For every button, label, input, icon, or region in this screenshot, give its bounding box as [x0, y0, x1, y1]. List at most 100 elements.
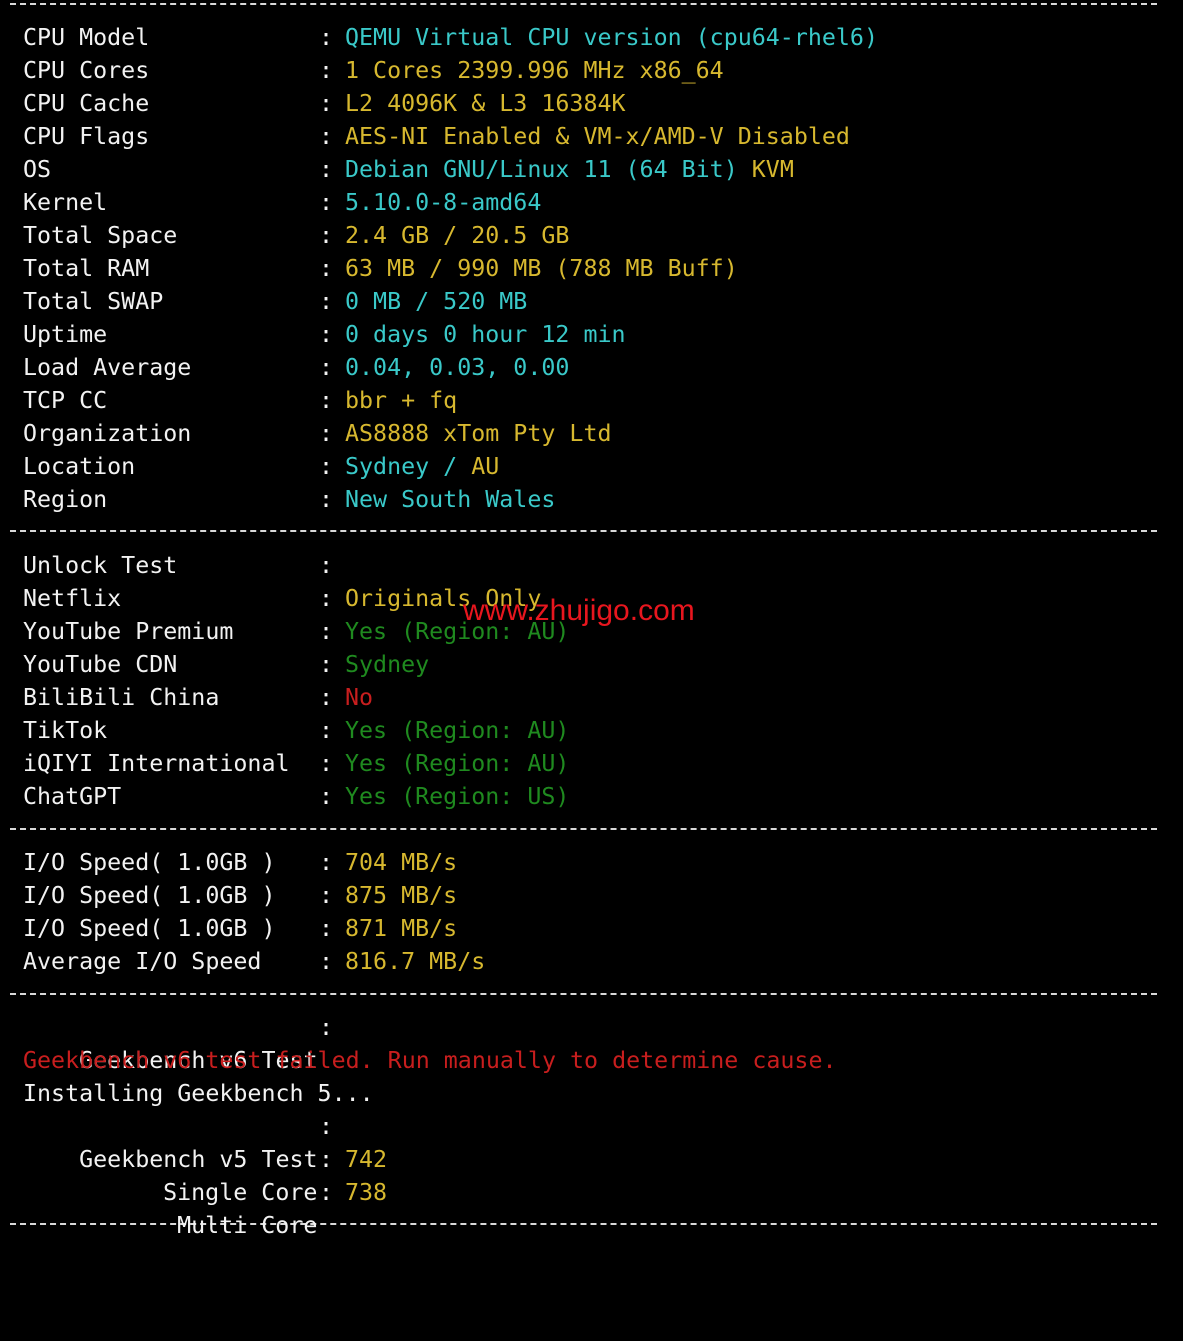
row-value: 1 Cores 2399.996 MHz x86_64 [345, 54, 724, 87]
row-label: Unlock Test [23, 552, 178, 579]
value-segment: 0 MB / 520 MB [345, 288, 528, 315]
row-label: CPU Flags [23, 123, 150, 150]
info-row: Netflix: Originals Only [23, 582, 541, 615]
row-value: Yes (Region: AU) [345, 747, 569, 780]
row-label: TikTok [23, 717, 108, 744]
value-segment: 63 MB / 990 MB (788 MB Buff) [345, 255, 738, 282]
row-label: CPU Cache [23, 90, 150, 117]
info-row: I/O Speed( 1.0GB ):871 MB/s [23, 912, 457, 945]
value-segment: 5.10.0-8-amd64 [345, 189, 542, 216]
info-row: Region: New South Wales [23, 483, 555, 516]
info-row: YouTube Premium: Yes (Region: AU) [23, 615, 569, 648]
row-label: Total RAM [23, 255, 150, 282]
colon: : [319, 750, 334, 777]
row-value: Debian GNU/Linux 11 (64 Bit) KVM [345, 153, 794, 186]
colon: : [319, 453, 334, 480]
value-segment: 704 MB/s [345, 849, 458, 876]
info-row: Load Average:0.04, 0.03, 0.00 [23, 351, 569, 384]
colon: : [319, 24, 334, 51]
value-segment: Yes (Region: AU) [345, 717, 570, 744]
info-row: I/O Speed( 1.0GB ):704 MB/s [23, 846, 457, 879]
info-row: CPU Flags: AES-NI Enabled & VM-x/AMD-V Di… [23, 120, 850, 153]
row-label: Load Average [23, 354, 192, 381]
colon: : [319, 288, 334, 315]
value-segment: No [345, 684, 374, 711]
colon: : [319, 552, 334, 579]
colon: : [319, 123, 334, 150]
row-value: Yes (Region: AU) [345, 714, 569, 747]
row-value: 704 MB/s [345, 846, 457, 879]
value-segment: Sydney [345, 651, 430, 678]
info-row: Total RAM:63 MB / 990 MB (788 MB Buff) [23, 252, 738, 285]
row-label: TCP CC [23, 387, 108, 414]
value-segment: QEMU Virtual CPU version (cpu64-rhel6) [345, 24, 878, 51]
info-row: Uptime:0 days 0 hour 12 min [23, 318, 626, 351]
row-label: Netflix [23, 585, 122, 612]
colon: : [319, 882, 334, 909]
colon: : [319, 57, 334, 84]
info-row: Total SWAP:0 MB / 520 MB [23, 285, 527, 318]
info-row: Average I/O Speed:816.7 MB/s [23, 945, 485, 978]
info-row: TikTok: Yes (Region: AU) [23, 714, 569, 747]
info-row: Kernel:5.10.0-8-amd64 [23, 186, 541, 219]
colon: : [319, 1179, 334, 1206]
row-label: Organization [23, 420, 192, 447]
colon: : [319, 90, 334, 117]
row-value: 0 days 0 hour 12 min [345, 318, 626, 351]
colon: : [319, 156, 334, 183]
info-row: I/O Speed( 1.0GB ):875 MB/s [23, 879, 457, 912]
row-value: Sydney / AU [345, 450, 499, 483]
colon: : [319, 222, 334, 249]
info-row: CPU Model: QEMU Virtual CPU version (cpu6… [23, 21, 878, 54]
info-row: Total Space:2.4 GB / 20.5 GB [23, 219, 569, 252]
row-value: L2 4096K & L3 16384K [345, 87, 626, 120]
value-segment: Yes (Region: US) [345, 783, 570, 810]
row-label: CPU Model [23, 24, 150, 51]
value-segment: AU [471, 453, 500, 480]
row-label: Kernel [23, 189, 108, 216]
colon: : [319, 717, 334, 744]
info-row: YouTube CDN: Sydney [23, 648, 429, 681]
row-value: AS8888 xTom Pty Ltd [345, 417, 612, 450]
row-label: Average I/O Speed [23, 948, 262, 975]
value-segment: KVM [751, 156, 794, 183]
row-value: AES-NI Enabled & VM-x/AMD-V Disabled [345, 120, 850, 153]
value-segment: Yes (Region: AU) [345, 750, 570, 777]
value-segment: 2.4 GB / 20.5 GB [345, 222, 570, 249]
row-value: bbr + fq [345, 384, 457, 417]
info-row: BiliBili China: No [23, 681, 373, 714]
row-value: New South Wales [345, 483, 555, 516]
row-label: I/O Speed( 1.0GB ) [23, 849, 276, 876]
colon: : [319, 387, 334, 414]
value-segment: 871 MB/s [345, 915, 458, 942]
row-label: YouTube Premium [23, 618, 234, 645]
watermark-text: www.zhujigo.com [463, 594, 695, 627]
colon: : [319, 915, 334, 942]
colon: : [319, 486, 334, 513]
row-value: 63 MB / 990 MB (788 MB Buff) [345, 252, 738, 285]
colon: : [319, 948, 334, 975]
info-row: Location: Sydney / AU [23, 450, 499, 483]
info-row: ChatGPT: Yes (Region: US) [23, 780, 569, 813]
row-label: CPU Cores [23, 57, 150, 84]
colon: : [319, 651, 334, 678]
row-value: Sydney [345, 648, 429, 681]
colon: : [319, 420, 334, 447]
info-row: OS: Debian GNU/Linux 11 (64 Bit) KVM [23, 153, 794, 186]
value-segment: 0.04, 0.03, 0.00 [345, 354, 570, 381]
info-row: CPU Cache: L2 4096K & L3 16384K [23, 87, 626, 120]
geekbench-multi-core-row: Multi Core : 738 [23, 1176, 387, 1239]
geekbench-v6-error: Geekbench v6 test failed. Run manually t… [23, 1047, 837, 1074]
separator-top [10, 3, 1157, 5]
row-value: 871 MB/s [345, 912, 457, 945]
info-row: TCP CC: bbr + fq [23, 384, 457, 417]
row-value: 816.7 MB/s [345, 945, 485, 978]
row-value: 2.4 GB / 20.5 GB [345, 219, 569, 252]
info-row: Organization: AS8888 xTom Pty Ltd [23, 417, 612, 450]
row-label: Total Space [23, 222, 178, 249]
value-segment: AES-NI Enabled & VM-x/AMD-V Disabled [345, 123, 850, 150]
value-segment: L2 4096K & L3 16384K [345, 90, 626, 117]
multi-core-label: Multi Core [177, 1212, 318, 1239]
row-label: BiliBili China [23, 684, 220, 711]
colon: : [319, 1113, 334, 1140]
